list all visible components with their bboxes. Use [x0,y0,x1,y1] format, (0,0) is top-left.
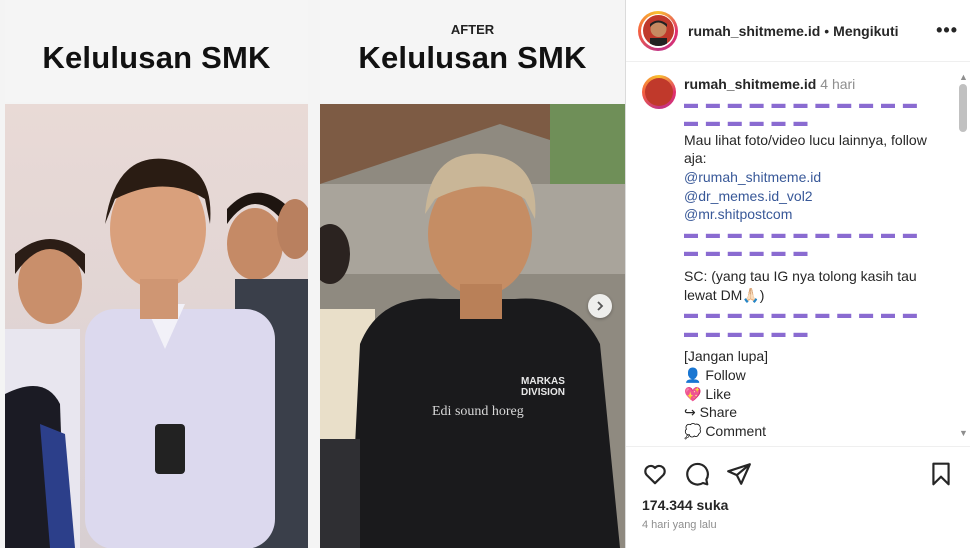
scrollbar[interactable]: ▲ ▼ [959,72,968,438]
before-caption-area: Kelulusan SMK [5,0,308,102]
divider-dashes: ▬ ▬ ▬ ▬ ▬ ▬ ▬ ▬ ▬ ▬ ▬ ▬ ▬ ▬ ▬ ▬ ▬ [684,224,919,260]
avatar[interactable] [638,10,678,51]
share-icon[interactable] [726,461,752,487]
after-photo: MARKAS DIVISION Edi sound horeg [320,104,625,548]
caption-like: 💖 Like [684,385,732,402]
bookmark-icon[interactable] [928,461,954,487]
divider-dashes: ▬ ▬ ▬ ▬ ▬ ▬ ▬ ▬ ▬ ▬ ▬ ▬ ▬ ▬ ▬ ▬ ▬ [684,94,919,130]
post-media[interactable]: Kelulusan SMK AFTER Kelulusan SMK MARKAS… [0,0,625,548]
caption-follow: 👤 Follow [684,366,746,383]
post-header: rumah_shitmeme.id • Mengikuti ••• [626,0,970,62]
caption-comment: rumah_shitmeme.id 4 hari ▬ ▬ ▬ ▬ ▬ ▬ ▬ ▬ … [642,75,934,440]
mention-link-3[interactable]: @mr.shitpostcom [684,205,934,224]
heart-icon[interactable] [642,461,668,487]
after-caption-area: AFTER Kelulusan SMK [320,0,625,102]
comments-area[interactable]: rumah_shitmeme.id 4 hari ▬ ▬ ▬ ▬ ▬ ▬ ▬ ▬ … [626,63,970,445]
caption-username[interactable]: rumah_shitmeme.id [684,76,816,92]
shirt-print: MARKAS DIVISION [521,376,565,398]
after-caption: Kelulusan SMK [358,40,587,75]
before-caption: Kelulusan SMK [42,40,271,75]
scrollbar-thumb[interactable] [959,84,967,132]
video-overlay-text: Edi sound horeg [432,404,524,419]
divider-dashes: ▬ ▬ ▬ ▬ ▬ ▬ ▬ ▬ ▬ ▬ ▬ ▬ ▬ ▬ ▬ ▬ ▬ [684,305,919,340]
header-username[interactable]: rumah_shitmeme.id [688,23,820,39]
chevron-right-icon [597,301,604,311]
post-sidebar: rumah_shitmeme.id • Mengikuti ••• rumah_… [625,0,970,548]
scroll-up-arrow[interactable]: ▲ [959,72,968,82]
after-small-label: AFTER [450,22,495,37]
post-timestamp: 4 hari yang lalu [642,519,717,531]
post-actions: 174.344 suka 4 hari yang lalu [626,446,970,549]
after-image: AFTER Kelulusan SMK MARKAS DIVISION Edi … [320,0,625,548]
following-button[interactable]: Mengikuti [833,23,898,39]
caption-time: 4 hari [820,76,856,92]
caption-avatar[interactable] [642,75,676,109]
likes-count[interactable]: 174.344 suka [642,497,728,513]
comment-icon[interactable] [684,461,710,487]
next-slide-button[interactable] [588,294,612,318]
before-photo [5,104,308,548]
caption-share: ↪ Share [684,404,737,421]
caption-line-1: Mau lihat foto/video lucu lainnya, follo… [684,131,927,167]
caption-comment: 💭 Comment [684,422,767,439]
header-separator: • [824,22,830,39]
caption-line-2: SC: (yang tau IG nya tolong kasih tau le… [684,267,917,303]
scroll-down-arrow[interactable]: ▼ [959,428,968,438]
more-options-icon[interactable]: ••• [936,20,958,41]
before-image: Kelulusan SMK [5,0,308,548]
caption-line-3: [Jangan lupa] [684,348,769,365]
mention-link-1[interactable]: @rumah_shitmeme.id [684,168,934,187]
mention-link-2[interactable]: @dr_memes.id_vol2 [684,187,934,206]
